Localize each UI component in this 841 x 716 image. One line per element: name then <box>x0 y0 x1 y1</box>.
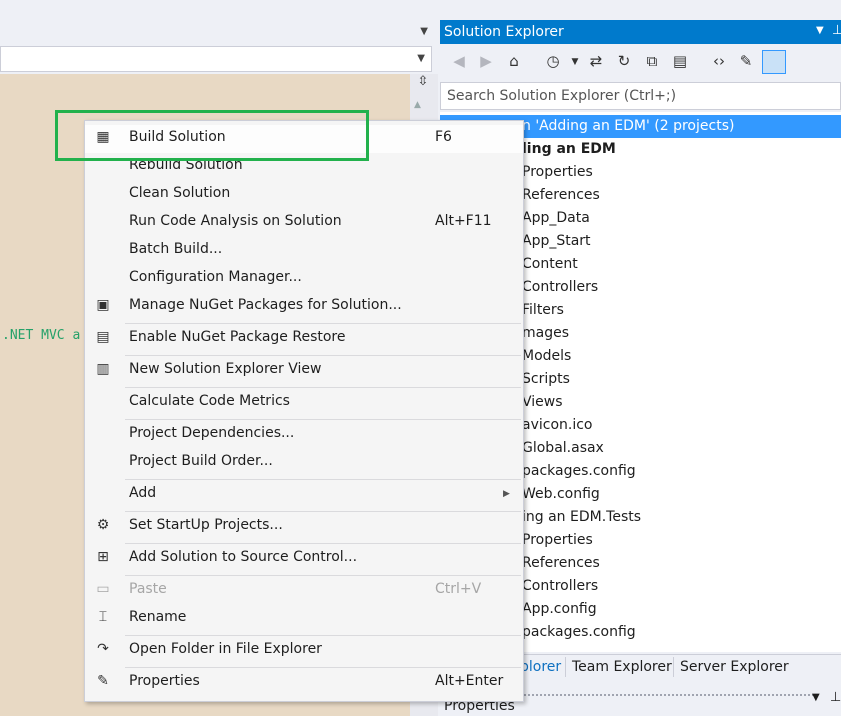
search-input[interactable]: Search Solution Explorer (Ctrl+;) <box>440 82 841 110</box>
menu-separator <box>125 543 521 544</box>
menu-item-clean-solution[interactable]: Clean Solution <box>85 181 523 209</box>
back-icon[interactable]: ◀ <box>448 52 470 70</box>
menu-item-enable-nuget-restore[interactable]: ▤ Enable NuGet Package Restore <box>85 325 523 353</box>
member-dropdown[interactable]: ▼ <box>0 46 432 72</box>
menu-item-properties[interactable]: ✎ Properties Alt+Enter <box>85 669 523 697</box>
tab-server-explorer[interactable]: Server Explorer <box>680 659 789 675</box>
menu-item-project-build-order[interactable]: Project Build Order... <box>85 449 523 477</box>
tab-separator <box>673 657 674 677</box>
menu-item-batch-build[interactable]: Batch Build... <box>85 237 523 265</box>
menu-item-configuration-manager[interactable]: Configuration Manager... <box>85 265 523 293</box>
nuget-icon: ▣ <box>96 297 110 313</box>
tab-team-explorer[interactable]: Team Explorer <box>572 659 672 675</box>
forward-icon[interactable]: ▶ <box>475 52 497 70</box>
show-all-files-icon[interactable]: ▤ <box>669 52 691 70</box>
menu-item-run-code-analysis[interactable]: Run Code Analysis on Solution Alt+F11 <box>85 209 523 237</box>
code-text: .NET MVC a <box>2 328 81 343</box>
source-control-icon: ⊞ <box>97 549 109 565</box>
menu-item-add-to-source-control[interactable]: ⊞ Add Solution to Source Control... <box>85 545 523 573</box>
chevron-down-icon: ▼ <box>420 26 428 37</box>
top-strip <box>0 0 438 20</box>
solution-explorer-title: Solution Explorer <box>444 24 564 40</box>
menu-item-new-solution-explorer-view[interactable]: ▥ New Solution Explorer View <box>85 357 523 385</box>
menu-separator <box>125 355 521 356</box>
menu-separator <box>125 323 521 324</box>
search-placeholder: Search Solution Explorer (Ctrl+;) <box>447 88 677 104</box>
new-view-icon: ▥ <box>96 361 110 377</box>
menu-item-add[interactable]: Add ▶ <box>85 481 523 509</box>
menu-separator <box>125 387 521 388</box>
menu-item-set-startup-projects[interactable]: ⚙ Set StartUp Projects... <box>85 513 523 541</box>
home-icon[interactable]: ⌂ <box>503 52 525 70</box>
submenu-arrow-icon: ▶ <box>503 489 510 499</box>
menu-separator <box>125 635 521 636</box>
chevron-down-icon[interactable]: ▼ <box>564 57 586 67</box>
wrench-icon[interactable]: ✎ <box>735 52 757 70</box>
preview-selected-items-icon[interactable] <box>762 50 786 74</box>
menu-separator <box>125 511 521 512</box>
annotation-highlight-box <box>55 110 369 161</box>
split-window-icon[interactable]: ⇳ <box>412 74 434 94</box>
window-menu-icon[interactable]: ▼ <box>812 692 820 703</box>
solution-explorer-titlebar: Solution Explorer ▼ ⊥ <box>440 20 841 44</box>
menu-separator <box>125 419 521 420</box>
solution-explorer-toolbar: ◀ ▶ ⌂ ◷ ▼ ⇄ ↻ ⧉ ▤ ‹› ✎ <box>440 46 841 80</box>
view-code-icon[interactable]: ‹› <box>708 52 730 70</box>
pin-icon[interactable]: ⊥ <box>832 23 841 38</box>
pending-changes-filter-icon[interactable]: ◷ <box>542 52 564 70</box>
tab-solution-explorer[interactable]: plorer <box>520 659 561 675</box>
wrench-icon: ✎ <box>97 673 109 689</box>
menu-separator <box>125 575 521 576</box>
restore-icon: ▤ <box>96 329 110 345</box>
refresh-icon[interactable]: ↻ <box>613 52 635 70</box>
navigation-dropdown[interactable]: ▼ <box>0 22 432 44</box>
open-folder-icon: ↷ <box>97 641 109 657</box>
sync-icon[interactable]: ⇄ <box>585 52 607 70</box>
rename-icon: ⌶ <box>98 609 108 625</box>
window-menu-icon[interactable]: ▼ <box>816 25 824 36</box>
chevron-down-icon: ▼ <box>417 53 425 64</box>
menu-item-manage-nuget[interactable]: ▣ Manage NuGet Packages for Solution... <box>85 293 523 321</box>
menu-item-rename[interactable]: ⌶ Rename <box>85 605 523 633</box>
context-menu: ▦ Build Solution F6 Rebuild Solution Cle… <box>84 120 524 702</box>
menu-item-open-folder[interactable]: ↷ Open Folder in File Explorer <box>85 637 523 665</box>
collapse-all-icon[interactable]: ⧉ <box>641 52 663 70</box>
pin-icon[interactable]: ⊥ <box>830 690 841 705</box>
menu-item-project-dependencies[interactable]: Project Dependencies... <box>85 421 523 449</box>
paste-icon: ▭ <box>96 581 110 597</box>
menu-separator <box>125 667 521 668</box>
menu-separator <box>125 479 521 480</box>
scroll-up-icon[interactable]: ▲ <box>414 100 421 110</box>
menu-item-paste[interactable]: ▭ Paste Ctrl+V <box>85 577 523 605</box>
menu-item-calculate-code-metrics[interactable]: Calculate Code Metrics <box>85 389 523 417</box>
gear-icon: ⚙ <box>96 517 110 533</box>
tab-separator <box>565 657 566 677</box>
